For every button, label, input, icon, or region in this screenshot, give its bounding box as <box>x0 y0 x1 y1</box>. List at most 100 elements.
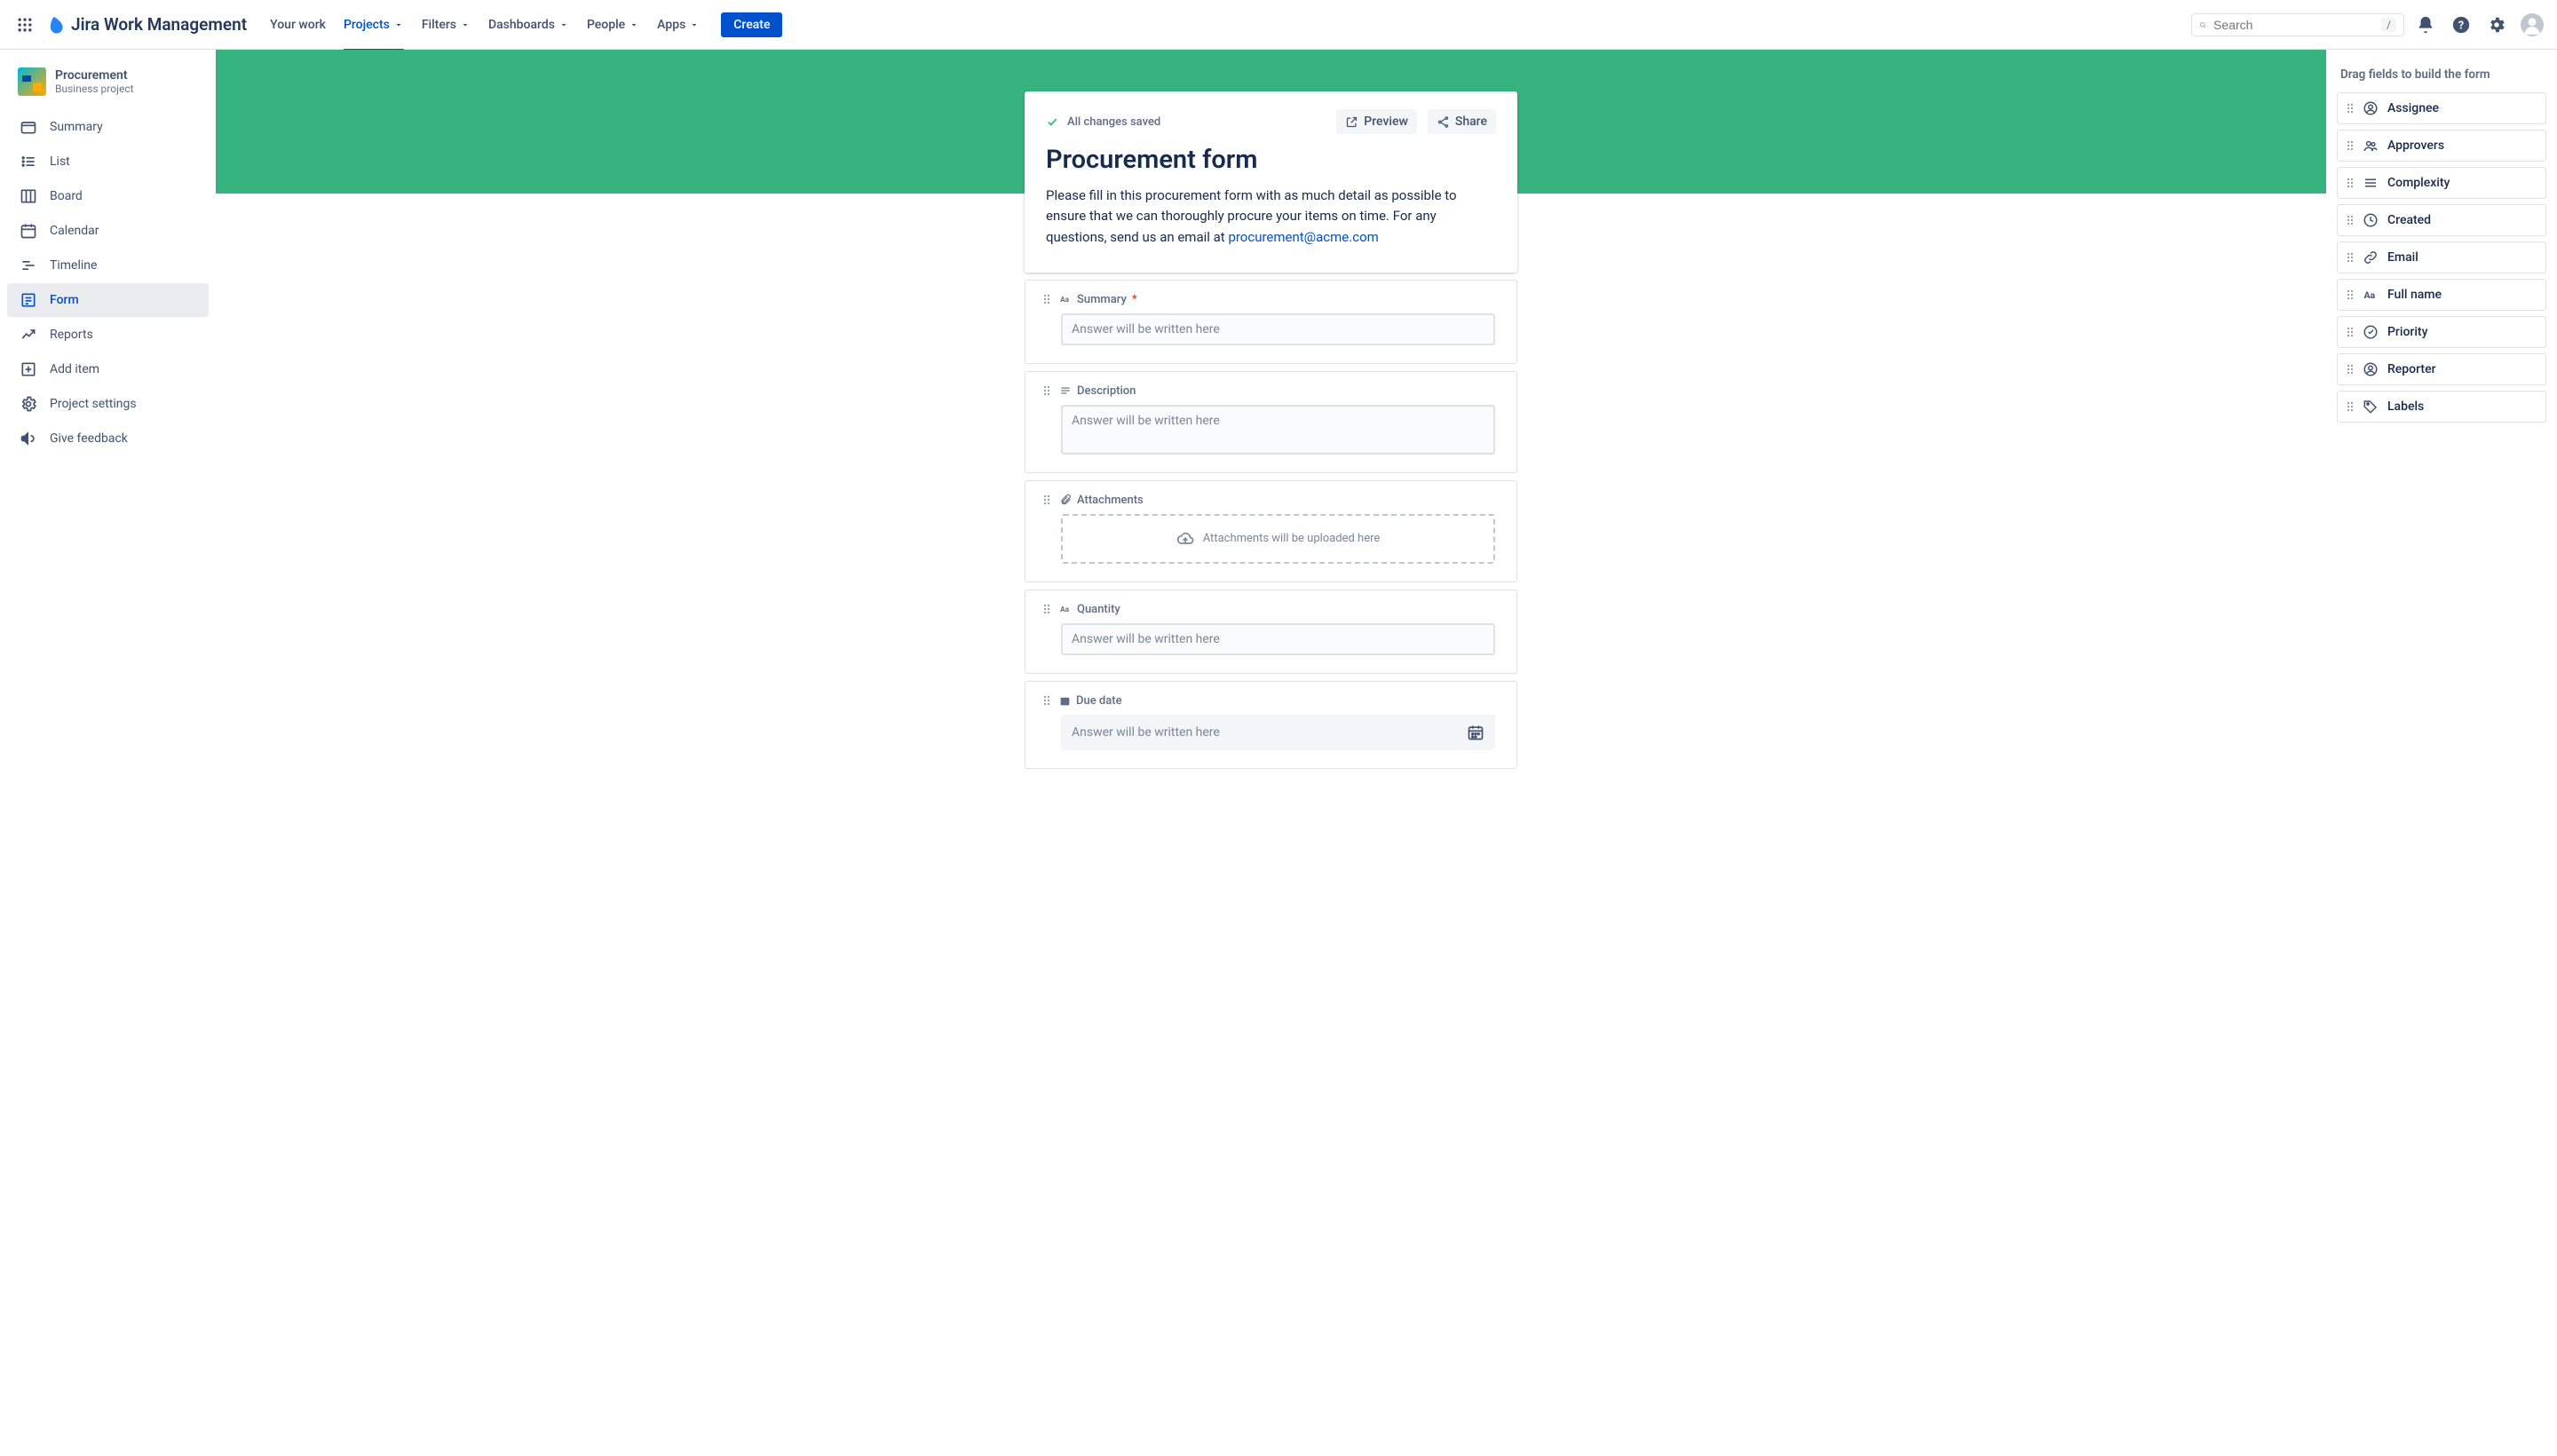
notifications-icon[interactable] <box>2411 11 2440 39</box>
add-item-icon <box>20 360 37 378</box>
settings-icon[interactable] <box>2482 11 2511 39</box>
sidebar-item-board[interactable]: Board <box>7 179 209 213</box>
chevron-down-icon <box>393 20 404 30</box>
nav-your-work[interactable]: Your work <box>263 12 333 37</box>
quantity-input-placeholder[interactable]: Answer will be written here <box>1061 623 1495 655</box>
megaphone-icon <box>20 430 37 447</box>
nav-projects[interactable]: Projects <box>336 12 411 37</box>
palette-field-labels[interactable]: Labels <box>2337 391 2546 423</box>
app-switcher-icon[interactable] <box>11 11 39 39</box>
create-button[interactable]: Create <box>721 12 782 37</box>
palette-field-assignee[interactable]: Assignee <box>2337 92 2546 124</box>
sidebar-item-calendar[interactable]: Calendar <box>7 214 209 248</box>
people-icon <box>2363 138 2379 154</box>
nav-items: Your work Projects Filters Dashboards Pe… <box>263 12 782 37</box>
timeline-icon <box>20 257 37 274</box>
cloud-upload-icon <box>1176 530 1194 548</box>
search-icon <box>2199 18 2206 32</box>
project-name: Procurement <box>55 68 134 83</box>
attachments-dropzone[interactable]: Attachments will be uploaded here <box>1061 514 1495 564</box>
due-date-input-placeholder[interactable]: Answer will be written here <box>1061 715 1495 750</box>
app-logo[interactable]: Jira Work Management <box>46 14 247 35</box>
nav-filters[interactable]: Filters <box>415 12 478 37</box>
palette-field-approvers[interactable]: Approvers <box>2337 130 2546 162</box>
nav-people[interactable]: People <box>580 12 646 37</box>
profile-avatar[interactable] <box>2518 11 2546 39</box>
summary-input-placeholder[interactable]: Answer will be written here <box>1061 313 1495 345</box>
svg-text:?: ? <box>2458 19 2464 32</box>
palette-field-email[interactable]: Email <box>2337 241 2546 273</box>
palette-field-reporter[interactable]: Reporter <box>2337 353 2546 385</box>
palette-field-complexity[interactable]: Complexity <box>2337 167 2546 199</box>
calendar-icon <box>20 222 37 240</box>
form-header-card: All changes saved Preview Share Procurem… <box>1025 91 1517 273</box>
form-field-quantity[interactable]: AaQuantity Answer will be written here <box>1025 590 1517 674</box>
link-icon <box>2363 249 2379 265</box>
drag-handle-icon <box>2347 140 2354 151</box>
attachment-icon <box>1059 494 1072 506</box>
sidebar-item-form[interactable]: Form <box>7 283 209 317</box>
chevron-down-icon <box>629 20 639 30</box>
preview-button[interactable]: Preview <box>1336 109 1417 134</box>
text-icon: Aa <box>2363 287 2379 303</box>
nav-dashboards[interactable]: Dashboards <box>481 12 576 37</box>
drag-handle-icon <box>2347 178 2354 188</box>
drag-handle-icon[interactable] <box>1043 695 1052 706</box>
search-shortcut: / <box>2381 18 2396 32</box>
share-icon <box>1437 115 1450 129</box>
list-icon <box>20 153 37 170</box>
form-field-summary[interactable]: AaSummary* Answer will be written here <box>1025 280 1517 364</box>
project-avatar-icon <box>18 67 46 96</box>
priority-icon <box>2363 324 2379 340</box>
drag-handle-icon[interactable] <box>1043 495 1052 505</box>
form-email-link[interactable]: procurement@acme.com <box>1228 229 1378 245</box>
search-input[interactable]: / <box>2191 13 2404 36</box>
chevron-down-icon <box>689 20 700 30</box>
drag-handle-icon <box>2347 364 2354 375</box>
person-icon <box>2363 361 2379 377</box>
form-field-description[interactable]: Description Answer will be written here <box>1025 371 1517 473</box>
required-indicator: * <box>1132 293 1137 306</box>
drag-handle-icon[interactable] <box>1043 385 1052 396</box>
form-title[interactable]: Procurement form <box>1046 145 1496 175</box>
svg-text:Aa: Aa <box>1060 295 1069 304</box>
jira-logo-icon <box>46 15 66 35</box>
person-icon <box>2363 100 2379 116</box>
nav-apps[interactable]: Apps <box>650 12 707 37</box>
drag-handle-icon <box>2347 215 2354 226</box>
sidebar-item-summary[interactable]: Summary <box>7 110 209 144</box>
board-icon <box>20 187 37 205</box>
description-input-placeholder[interactable]: Answer will be written here <box>1061 405 1495 455</box>
drag-handle-icon[interactable] <box>1043 294 1052 305</box>
palette-field-full-name[interactable]: AaFull name <box>2337 279 2546 311</box>
palette-field-priority[interactable]: Priority <box>2337 316 2546 348</box>
paragraph-icon <box>1059 384 1072 397</box>
summary-icon <box>20 118 37 136</box>
tag-icon <box>2363 399 2379 415</box>
form-field-attachments[interactable]: Attachments Attachments will be uploaded… <box>1025 480 1517 582</box>
share-button[interactable]: Share <box>1428 109 1496 134</box>
form-field-due-date[interactable]: Due date Answer will be written here <box>1025 681 1517 769</box>
palette-field-created[interactable]: Created <box>2337 204 2546 236</box>
field-palette: Drag fields to build the form Assignee A… <box>2326 50 2557 1456</box>
sidebar-item-list[interactable]: List <box>7 145 209 178</box>
project-header[interactable]: Procurement Business project <box>7 67 209 110</box>
help-icon[interactable]: ? <box>2447 11 2475 39</box>
palette-title: Drag fields to build the form <box>2337 67 2546 82</box>
project-type: Business project <box>55 83 134 95</box>
sidebar-item-project-settings[interactable]: Project settings <box>7 387 209 421</box>
search-field[interactable] <box>2213 18 2374 32</box>
check-icon <box>1046 115 1058 128</box>
list-icon <box>2363 175 2379 191</box>
sidebar-item-timeline[interactable]: Timeline <box>7 249 209 282</box>
reports-icon <box>20 326 37 344</box>
text-icon: Aa <box>1059 603 1072 615</box>
sidebar-item-add-item[interactable]: Add item <box>7 352 209 386</box>
sidebar-item-reports[interactable]: Reports <box>7 318 209 352</box>
app-name: Jira Work Management <box>71 14 247 35</box>
drag-handle-icon[interactable] <box>1043 604 1052 614</box>
project-sidebar: Procurement Business project Summary Lis… <box>0 50 216 1456</box>
drag-handle-icon <box>2347 289 2354 300</box>
form-description[interactable]: Please fill in this procurement form wit… <box>1046 186 1496 248</box>
sidebar-item-give-feedback[interactable]: Give feedback <box>7 422 209 455</box>
